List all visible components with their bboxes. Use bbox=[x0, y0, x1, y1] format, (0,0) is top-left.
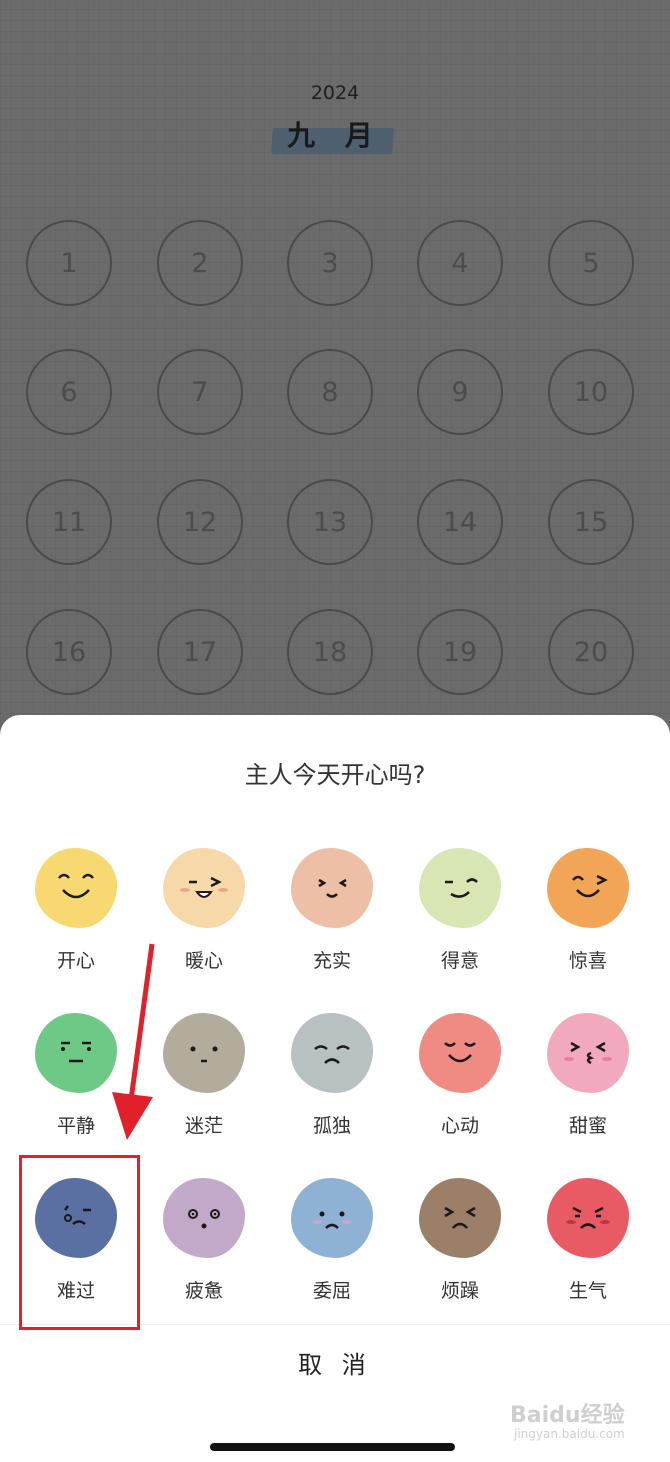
annotation-arrow-icon bbox=[112, 943, 155, 1140]
